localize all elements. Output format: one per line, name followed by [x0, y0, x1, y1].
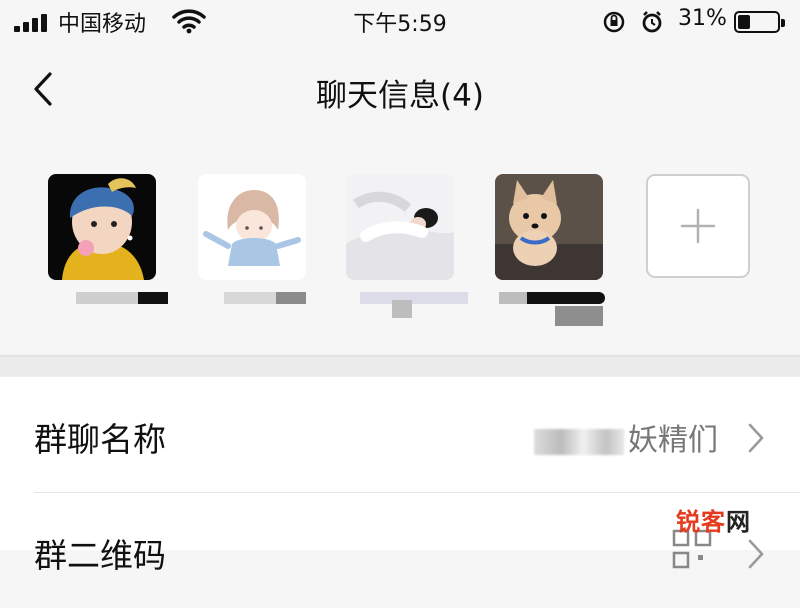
anime-girl-avatar[interactable]: [198, 174, 306, 280]
member-name-redacted: [198, 292, 306, 304]
member-name-redacted: [495, 292, 615, 326]
group-name-row[interactable]: 群聊名称 妖精们: [0, 377, 800, 493]
group-name-value: 妖精们: [534, 415, 718, 459]
alarm-icon: [642, 11, 662, 33]
chevron-right-icon: [748, 423, 764, 453]
add-member-button[interactable]: [646, 174, 750, 278]
girl-with-pearl-earring-avatar[interactable]: [48, 174, 156, 280]
member-name-redacted: [346, 292, 468, 318]
member-item[interactable]: [346, 174, 468, 318]
sleeping-girl-avatar[interactable]: [346, 174, 454, 280]
battery-percent: 31%: [678, 6, 727, 31]
member-item[interactable]: [48, 174, 168, 304]
group-qr-label: 群二维码: [34, 536, 166, 575]
pomeranian-dog-avatar[interactable]: [495, 174, 603, 280]
plus-icon: [680, 208, 716, 244]
status-bar: 中国移动 下午5:59 31%: [0, 0, 800, 44]
member-item[interactable]: [198, 174, 306, 304]
page-title: 聊天信息(4): [316, 78, 484, 114]
battery-icon: [734, 11, 785, 33]
chevron-right-icon: [748, 539, 764, 569]
section-divider: [0, 355, 800, 377]
member-item[interactable]: [495, 174, 605, 326]
nav-bar: 聊天信息(4): [0, 44, 800, 140]
watermark-logo: 锐客网: [676, 508, 751, 536]
member-grid: [0, 140, 800, 355]
rotation-lock-icon: [603, 11, 625, 33]
group-name-label: 群聊名称: [34, 420, 166, 459]
member-name-redacted: [48, 292, 168, 304]
redacted-text: [534, 428, 624, 455]
